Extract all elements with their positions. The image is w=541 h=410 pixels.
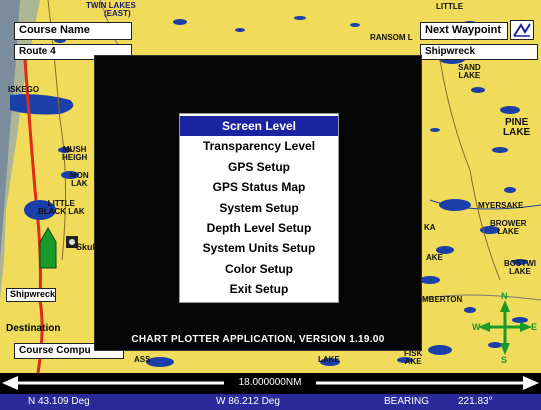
compass-s-label: S xyxy=(501,355,508,365)
map-label-mon-lak: MON LAK xyxy=(70,171,89,188)
map-label-little-black-lak: LITTLE BLACK LAK xyxy=(38,199,85,216)
map-label-bostwi-lake: BOSTWI LAKE xyxy=(504,259,536,276)
map-label-ake: AKE xyxy=(426,253,443,262)
setup-dialog: Screen Level Transparency Level GPS Setup G… xyxy=(94,55,422,351)
menu-item-gps-setup[interactable]: GPS Setup xyxy=(180,157,338,177)
next-waypoint-value[interactable]: Shipwreck xyxy=(420,44,538,60)
scale-bar: 18.000000NM xyxy=(0,373,541,394)
map-label-ass: ASS xyxy=(134,355,151,364)
bearing-value: 221.83° xyxy=(458,396,493,407)
map-label-lake-bottom: LAKE xyxy=(318,355,340,364)
next-waypoint-label: Next Waypoint xyxy=(420,22,508,40)
next-waypoint-icon[interactable] xyxy=(510,20,534,40)
map-label-brower-lake: BROWER LAKE xyxy=(490,219,527,236)
map-label-sand-lake: SAND LAKE xyxy=(458,63,481,80)
map-label-muskegon: ISKEGO xyxy=(8,85,40,94)
menu-item-color-setup[interactable]: Color Setup xyxy=(180,259,338,279)
compass-n-label: N xyxy=(501,291,508,301)
map-label-ka: KA xyxy=(424,223,436,232)
skull-marker-label: Skul xyxy=(76,242,96,252)
menu-item-screen-level[interactable]: Screen Level xyxy=(180,116,338,137)
compass-w-label: W xyxy=(472,322,481,332)
map-label-ransom: RANSOM L xyxy=(370,33,413,42)
menu-item-exit-setup[interactable]: Exit Setup xyxy=(180,279,338,299)
menu-item-system-units-setup[interactable]: System Units Setup xyxy=(180,238,338,258)
shipwreck-marker-label: Shipwreck xyxy=(6,288,56,302)
menu-item-transparency-level[interactable]: Transparency Level xyxy=(180,136,338,156)
menu-item-system-setup[interactable]: System Setup xyxy=(180,198,338,218)
scale-distance: 18.000000NM xyxy=(224,377,316,388)
status-bar: N 43.109 Deg W 86.212 Deg BEARING 221.83… xyxy=(0,394,541,410)
compass-e-label: E xyxy=(531,322,538,332)
bearing-label: BEARING xyxy=(384,396,430,407)
menu-item-depth-level-setup[interactable]: Depth Level Setup xyxy=(180,218,338,238)
menu-item-gps-status-map[interactable]: GPS Status Map xyxy=(180,177,338,197)
map-label-twin-lakes-sub: (EAST) xyxy=(104,9,131,18)
map-label-little: LITTLE xyxy=(436,2,464,11)
latitude-readout: N 43.109 Deg xyxy=(28,396,90,407)
longitude-readout: W 86.212 Deg xyxy=(216,396,280,407)
map-label-myersake: MYERSAKE xyxy=(478,201,524,210)
map-label-mberton: MBERTON xyxy=(422,295,463,304)
version-text: CHART PLOTTER APPLICATION, VERSION 1.19.… xyxy=(131,334,385,345)
map-label-pine-lake: PINE LAKE xyxy=(503,117,531,138)
map-label-fisk-ake: FISK AKE xyxy=(404,349,423,366)
course-name-label: Course Name xyxy=(14,22,132,40)
destination-label: Destination xyxy=(6,323,61,334)
map-label-mush-heigh: MUSH HEIGH xyxy=(62,145,88,162)
setup-menu: Screen Level Transparency Level GPS Setup G… xyxy=(179,113,339,303)
